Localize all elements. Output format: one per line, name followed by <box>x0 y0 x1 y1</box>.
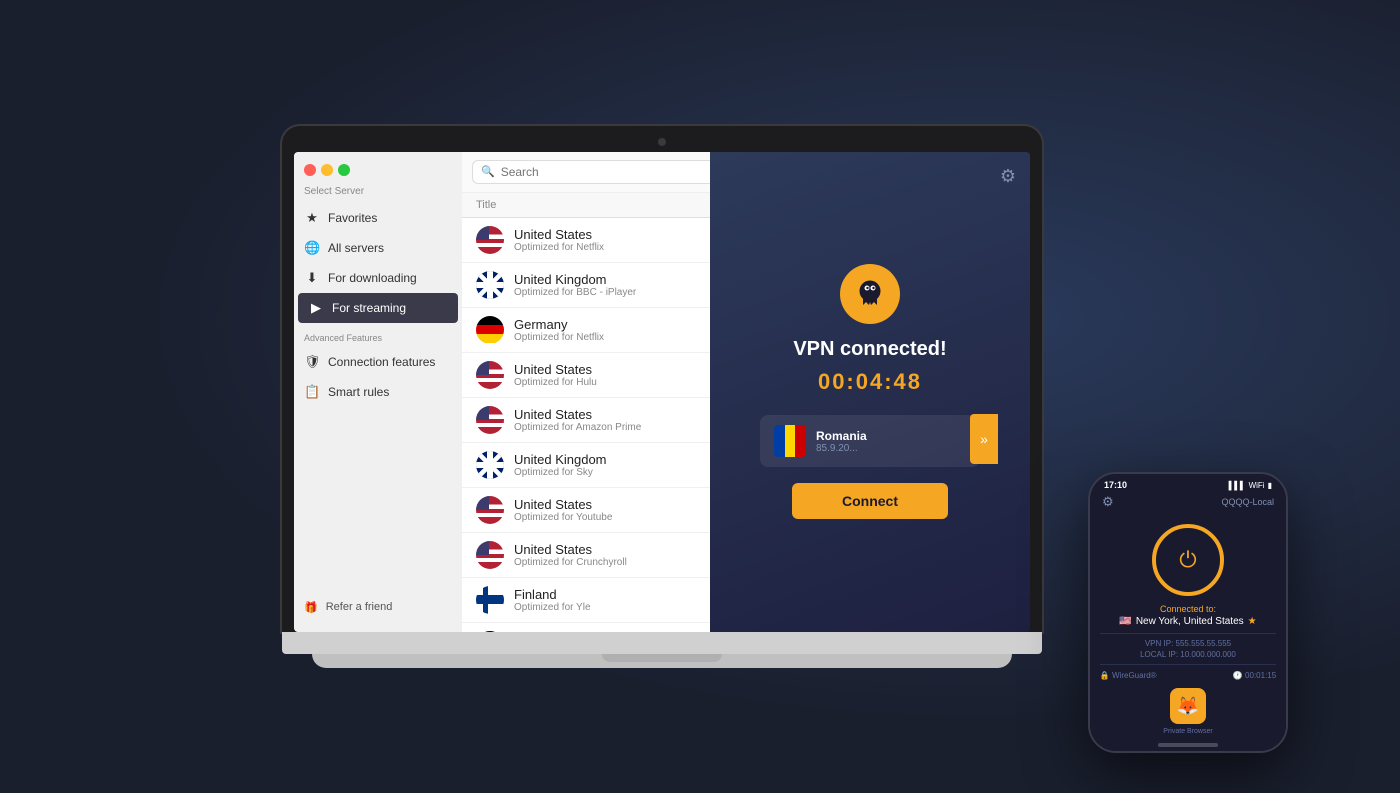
sidebar-item-label: Favorites <box>328 211 377 225</box>
laptop-camera <box>658 138 666 146</box>
sidebar-item-downloading[interactable]: ⬇ For downloading <box>294 263 462 293</box>
location-text: New York, United States <box>1136 616 1244 627</box>
romania-card: Romania 85.9.20... <box>760 415 980 467</box>
flag-de <box>476 316 504 344</box>
phone-device: 17:10 ▌▌▌ WiFi ▮ ⚙ QQQQ-Local ⏻ Connecte… <box>1088 472 1288 753</box>
phone-uptime: 🕐 00:01:15 <box>1233 671 1276 680</box>
downloading-icon: ⬇ <box>304 270 320 286</box>
phone-power-button[interactable]: ⏻ <box>1152 524 1224 596</box>
clock-icon: 🕐 <box>1233 671 1243 680</box>
sidebar-header <box>294 152 462 182</box>
phone-connected-label: Connected to: <box>1160 604 1216 614</box>
laptop-base <box>312 654 1012 668</box>
romania-name: Romania <box>816 429 966 443</box>
minimize-button[interactable] <box>321 164 333 176</box>
sidebar-refer-friend[interactable]: 🎁 Refer a friend <box>294 593 462 622</box>
flag-yellow <box>785 425 796 457</box>
gear-icon[interactable]: ⚙ <box>1000 166 1016 187</box>
select-server-label: Select Server <box>294 182 462 203</box>
flag-us <box>476 406 504 434</box>
connection-icon: 🛡 <box>304 354 320 370</box>
phone-divider-2 <box>1100 664 1276 665</box>
laptop-bottom <box>282 632 1042 654</box>
phone-notch <box>1158 474 1218 488</box>
allservers-icon: 🌐 <box>304 240 320 256</box>
laptop-screen-outer: Select Server ★ Favorites 🌐 All servers … <box>282 126 1042 632</box>
browser-logo: 🦊 <box>1177 696 1199 717</box>
protocol-text: WireGuard® <box>1112 671 1157 680</box>
refer-label: Refer a friend <box>326 601 393 613</box>
gift-icon: 🎁 <box>304 601 318 614</box>
phone-divider-1 <box>1100 633 1276 634</box>
phone-vpn-ip: VPN IP: 555.555.55.555 <box>1145 639 1231 648</box>
phone-gear-icon[interactable]: ⚙ <box>1102 494 1114 510</box>
search-icon: 🔍 <box>481 165 495 178</box>
flag-red <box>795 425 806 457</box>
vpn-panel: ⚙ <box>710 152 1030 632</box>
flag-us <box>476 496 504 524</box>
flag-fi <box>476 586 504 614</box>
close-button[interactable] <box>304 164 316 176</box>
sidebar-item-connection[interactable]: 🛡 Connection features <box>294 347 462 377</box>
flag-blue <box>774 425 785 457</box>
phone-protocol: 🔒 WireGuard® <box>1100 671 1157 680</box>
favorites-icon: ★ <box>304 210 320 226</box>
sidebar-item-allservers[interactable]: 🌐 All servers <box>294 233 462 263</box>
phone-wifi-name: QQQQ-Local <box>1221 497 1274 507</box>
uptime-text: 00:01:15 <box>1245 671 1276 680</box>
flag-us <box>476 361 504 389</box>
sidebar-item-label: All servers <box>328 241 384 255</box>
romania-flag <box>774 425 806 457</box>
vpn-timer: 00:04:48 <box>818 369 922 395</box>
phone-browser-icon[interactable]: 🦊 <box>1170 688 1206 724</box>
signal-icon: ▌▌▌ <box>1229 481 1246 490</box>
phone-home-bar[interactable] <box>1158 743 1218 747</box>
sidebar-item-streaming[interactable]: ▶ For streaming <box>298 293 458 323</box>
vpn-logo <box>840 264 900 324</box>
phone-header: ⚙ QQQQ-Local <box>1090 492 1286 516</box>
laptop-device: Select Server ★ Favorites 🌐 All servers … <box>282 126 1042 668</box>
sidebar-item-favorites[interactable]: ★ Favorites <box>294 203 462 233</box>
sidebar-item-smartrules[interactable]: 📋 Smart rules <box>294 377 462 407</box>
chevron-right-icon[interactable]: » <box>970 414 998 464</box>
sidebar-item-label: Connection features <box>328 355 435 369</box>
vpn-connected-text: VPN connected! <box>793 338 946 361</box>
sidebar-item-label: Smart rules <box>328 385 389 399</box>
phone-screen: 17:10 ▌▌▌ WiFi ▮ ⚙ QQQQ-Local ⏻ Connecte… <box>1090 474 1286 751</box>
phone-bottom-nav: 🦊 <box>1170 682 1206 728</box>
location-flag: 🇺🇸 <box>1119 616 1131 627</box>
protocol-icon: 🔒 <box>1100 671 1110 680</box>
cg-logo-svg <box>853 277 887 311</box>
romania-info: Romania 85.9.20... <box>816 429 966 454</box>
favorite-star-phone: ★ <box>1248 616 1257 627</box>
flag-us <box>476 226 504 254</box>
romania-card-container: Romania 85.9.20... » <box>760 411 980 467</box>
laptop-screen: Select Server ★ Favorites 🌐 All servers … <box>294 152 1030 632</box>
connect-button[interactable]: Connect <box>792 483 948 519</box>
smartrules-icon: 📋 <box>304 384 320 400</box>
flag-uk <box>476 271 504 299</box>
power-icon: ⏻ <box>1179 547 1196 573</box>
title-column: Title <box>476 199 496 211</box>
sidebar-item-label: For streaming <box>332 301 406 315</box>
battery-icon: ▮ <box>1268 481 1272 490</box>
wifi-icon: WiFi <box>1249 481 1265 490</box>
phone-footer-row: 🔒 WireGuard® 🕐 00:01:15 <box>1100 669 1276 682</box>
phone-status-right: ▌▌▌ WiFi ▮ <box>1229 481 1272 490</box>
phone-location: 🇺🇸 New York, United States ★ <box>1119 616 1256 627</box>
phone-browser-label: Private Browser <box>1163 728 1212 739</box>
streaming-icon: ▶ <box>308 300 324 316</box>
advanced-features-label: Advanced Features <box>294 323 462 347</box>
sidebar-item-label: For downloading <box>328 271 417 285</box>
traffic-lights <box>304 164 350 176</box>
flag-us <box>476 541 504 569</box>
sidebar-spacer <box>294 407 462 593</box>
phone-time: 17:10 <box>1104 480 1127 490</box>
flag-uk <box>476 451 504 479</box>
sidebar: Select Server ★ Favorites 🌐 All servers … <box>294 152 462 632</box>
maximize-button[interactable] <box>338 164 350 176</box>
phone-local-ip: LOCAL IP: 10.000.000.000 <box>1140 650 1236 659</box>
romania-ip: 85.9.20... <box>816 443 966 454</box>
